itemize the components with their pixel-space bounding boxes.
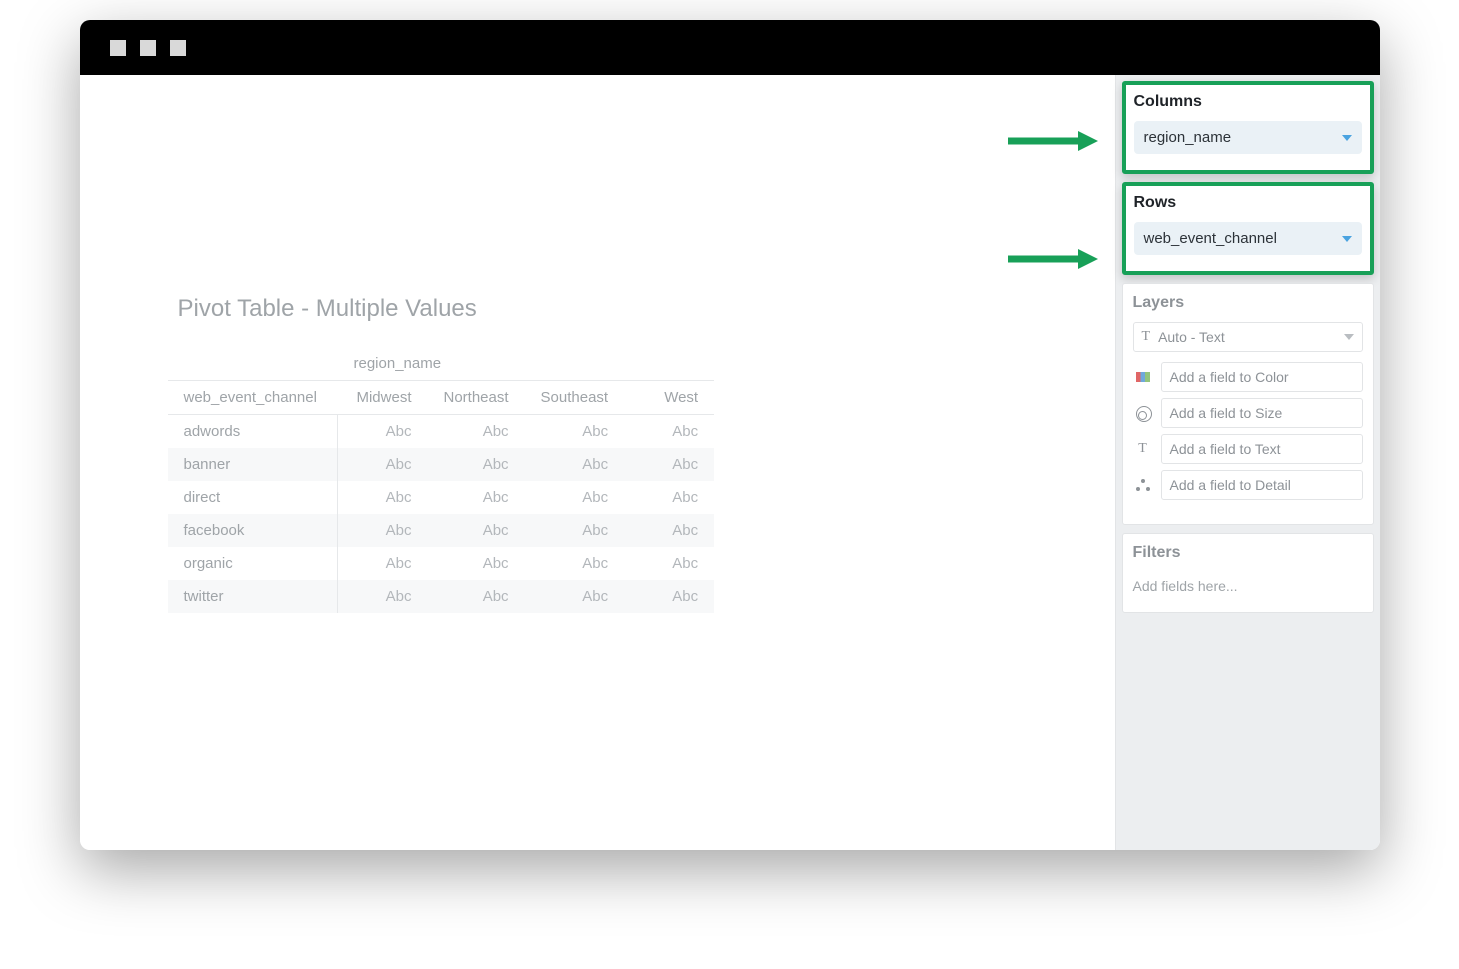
- cell-value: Abc: [624, 514, 714, 547]
- cell-value: Abc: [428, 448, 525, 481]
- table-row: directAbcAbcAbcAbc: [168, 481, 715, 514]
- cell-value: Abc: [624, 481, 714, 514]
- row-header: adwords: [168, 415, 338, 449]
- cell-value: Abc: [624, 580, 714, 613]
- chevron-down-icon: [1342, 236, 1352, 242]
- cell-value: Abc: [624, 415, 714, 449]
- columns-pill[interactable]: region_name: [1134, 121, 1362, 154]
- layers-shelf: Layers T Auto - Text Add a field to Colo…: [1122, 283, 1374, 525]
- titlebar: [80, 20, 1380, 75]
- cell-value: Abc: [338, 415, 428, 449]
- rows-shelf-title: Rows: [1134, 194, 1362, 212]
- cell-value: Abc: [525, 448, 625, 481]
- size-icon: [1133, 406, 1153, 420]
- rows-shelf[interactable]: Rows web_event_channel: [1122, 182, 1374, 275]
- chevron-down-icon: [1344, 334, 1354, 340]
- pivot-table: region_name web_event_channel MidwestNor…: [168, 347, 715, 613]
- row-header: twitter: [168, 580, 338, 613]
- text-icon: T: [1133, 441, 1153, 457]
- size-field-input[interactable]: Add a field to Size: [1161, 398, 1363, 428]
- row-header: direct: [168, 481, 338, 514]
- cell-value: Abc: [525, 547, 625, 580]
- cell-value: Abc: [624, 448, 714, 481]
- cell-value: Abc: [338, 547, 428, 580]
- columns-shelf-title: Columns: [1134, 93, 1362, 111]
- mark-type-select[interactable]: T Auto - Text: [1133, 322, 1363, 352]
- table-row: organicAbcAbcAbcAbc: [168, 547, 715, 580]
- text-field-input[interactable]: Add a field to Text: [1161, 434, 1363, 464]
- layers-shelf-title: Layers: [1133, 294, 1363, 312]
- app-body: Pivot Table - Multiple Values region_nam…: [80, 75, 1380, 850]
- text-icon: T: [1142, 329, 1151, 345]
- cell-value: Abc: [525, 514, 625, 547]
- mark-type-label: Auto - Text: [1158, 329, 1225, 345]
- cell-value: Abc: [338, 448, 428, 481]
- chevron-down-icon: [1342, 135, 1352, 141]
- column-field-header: region_name: [338, 347, 715, 381]
- row-header: facebook: [168, 514, 338, 547]
- rows-pill-label: web_event_channel: [1144, 230, 1277, 247]
- filters-placeholder: Add fields here...: [1133, 572, 1363, 594]
- table-row: twitterAbcAbcAbcAbc: [168, 580, 715, 613]
- table-row: bannerAbcAbcAbcAbc: [168, 448, 715, 481]
- detail-icon: [1133, 479, 1153, 491]
- color-field-input[interactable]: Add a field to Color: [1161, 362, 1363, 392]
- cell-value: Abc: [624, 547, 714, 580]
- filters-shelf[interactable]: Filters Add fields here...: [1122, 533, 1374, 613]
- cell-value: Abc: [428, 580, 525, 613]
- cell-value: Abc: [525, 481, 625, 514]
- table-row: adwordsAbcAbcAbcAbc: [168, 415, 715, 449]
- row-header: banner: [168, 448, 338, 481]
- config-panel: Columns region_name Rows web_event_chann…: [1115, 75, 1380, 850]
- app-window: Pivot Table - Multiple Values region_nam…: [80, 20, 1380, 850]
- detail-field-input[interactable]: Add a field to Detail: [1161, 470, 1363, 500]
- row-field-header: [168, 347, 338, 381]
- cell-value: Abc: [428, 481, 525, 514]
- columns-pill-label: region_name: [1144, 129, 1232, 146]
- columns-shelf[interactable]: Columns region_name: [1122, 81, 1374, 174]
- row-header: organic: [168, 547, 338, 580]
- cell-value: Abc: [525, 415, 625, 449]
- canvas-area: Pivot Table - Multiple Values region_nam…: [80, 75, 1115, 850]
- window-control-icon[interactable]: [170, 40, 186, 56]
- window-control-icon[interactable]: [110, 40, 126, 56]
- chart-title: Pivot Table - Multiple Values: [178, 295, 477, 323]
- table-row: facebookAbcAbcAbcAbc: [168, 514, 715, 547]
- color-icon: [1133, 372, 1153, 382]
- column-header: Northeast: [428, 381, 525, 415]
- cell-value: Abc: [338, 514, 428, 547]
- window-control-icon[interactable]: [140, 40, 156, 56]
- column-header: Southeast: [525, 381, 625, 415]
- column-header: West: [624, 381, 714, 415]
- cell-value: Abc: [525, 580, 625, 613]
- filters-shelf-title: Filters: [1133, 544, 1363, 562]
- rows-pill[interactable]: web_event_channel: [1134, 222, 1362, 255]
- column-header: Midwest: [338, 381, 428, 415]
- cell-value: Abc: [428, 514, 525, 547]
- row-field-header: web_event_channel: [168, 381, 338, 415]
- cell-value: Abc: [428, 415, 525, 449]
- cell-value: Abc: [338, 481, 428, 514]
- cell-value: Abc: [428, 547, 525, 580]
- cell-value: Abc: [338, 580, 428, 613]
